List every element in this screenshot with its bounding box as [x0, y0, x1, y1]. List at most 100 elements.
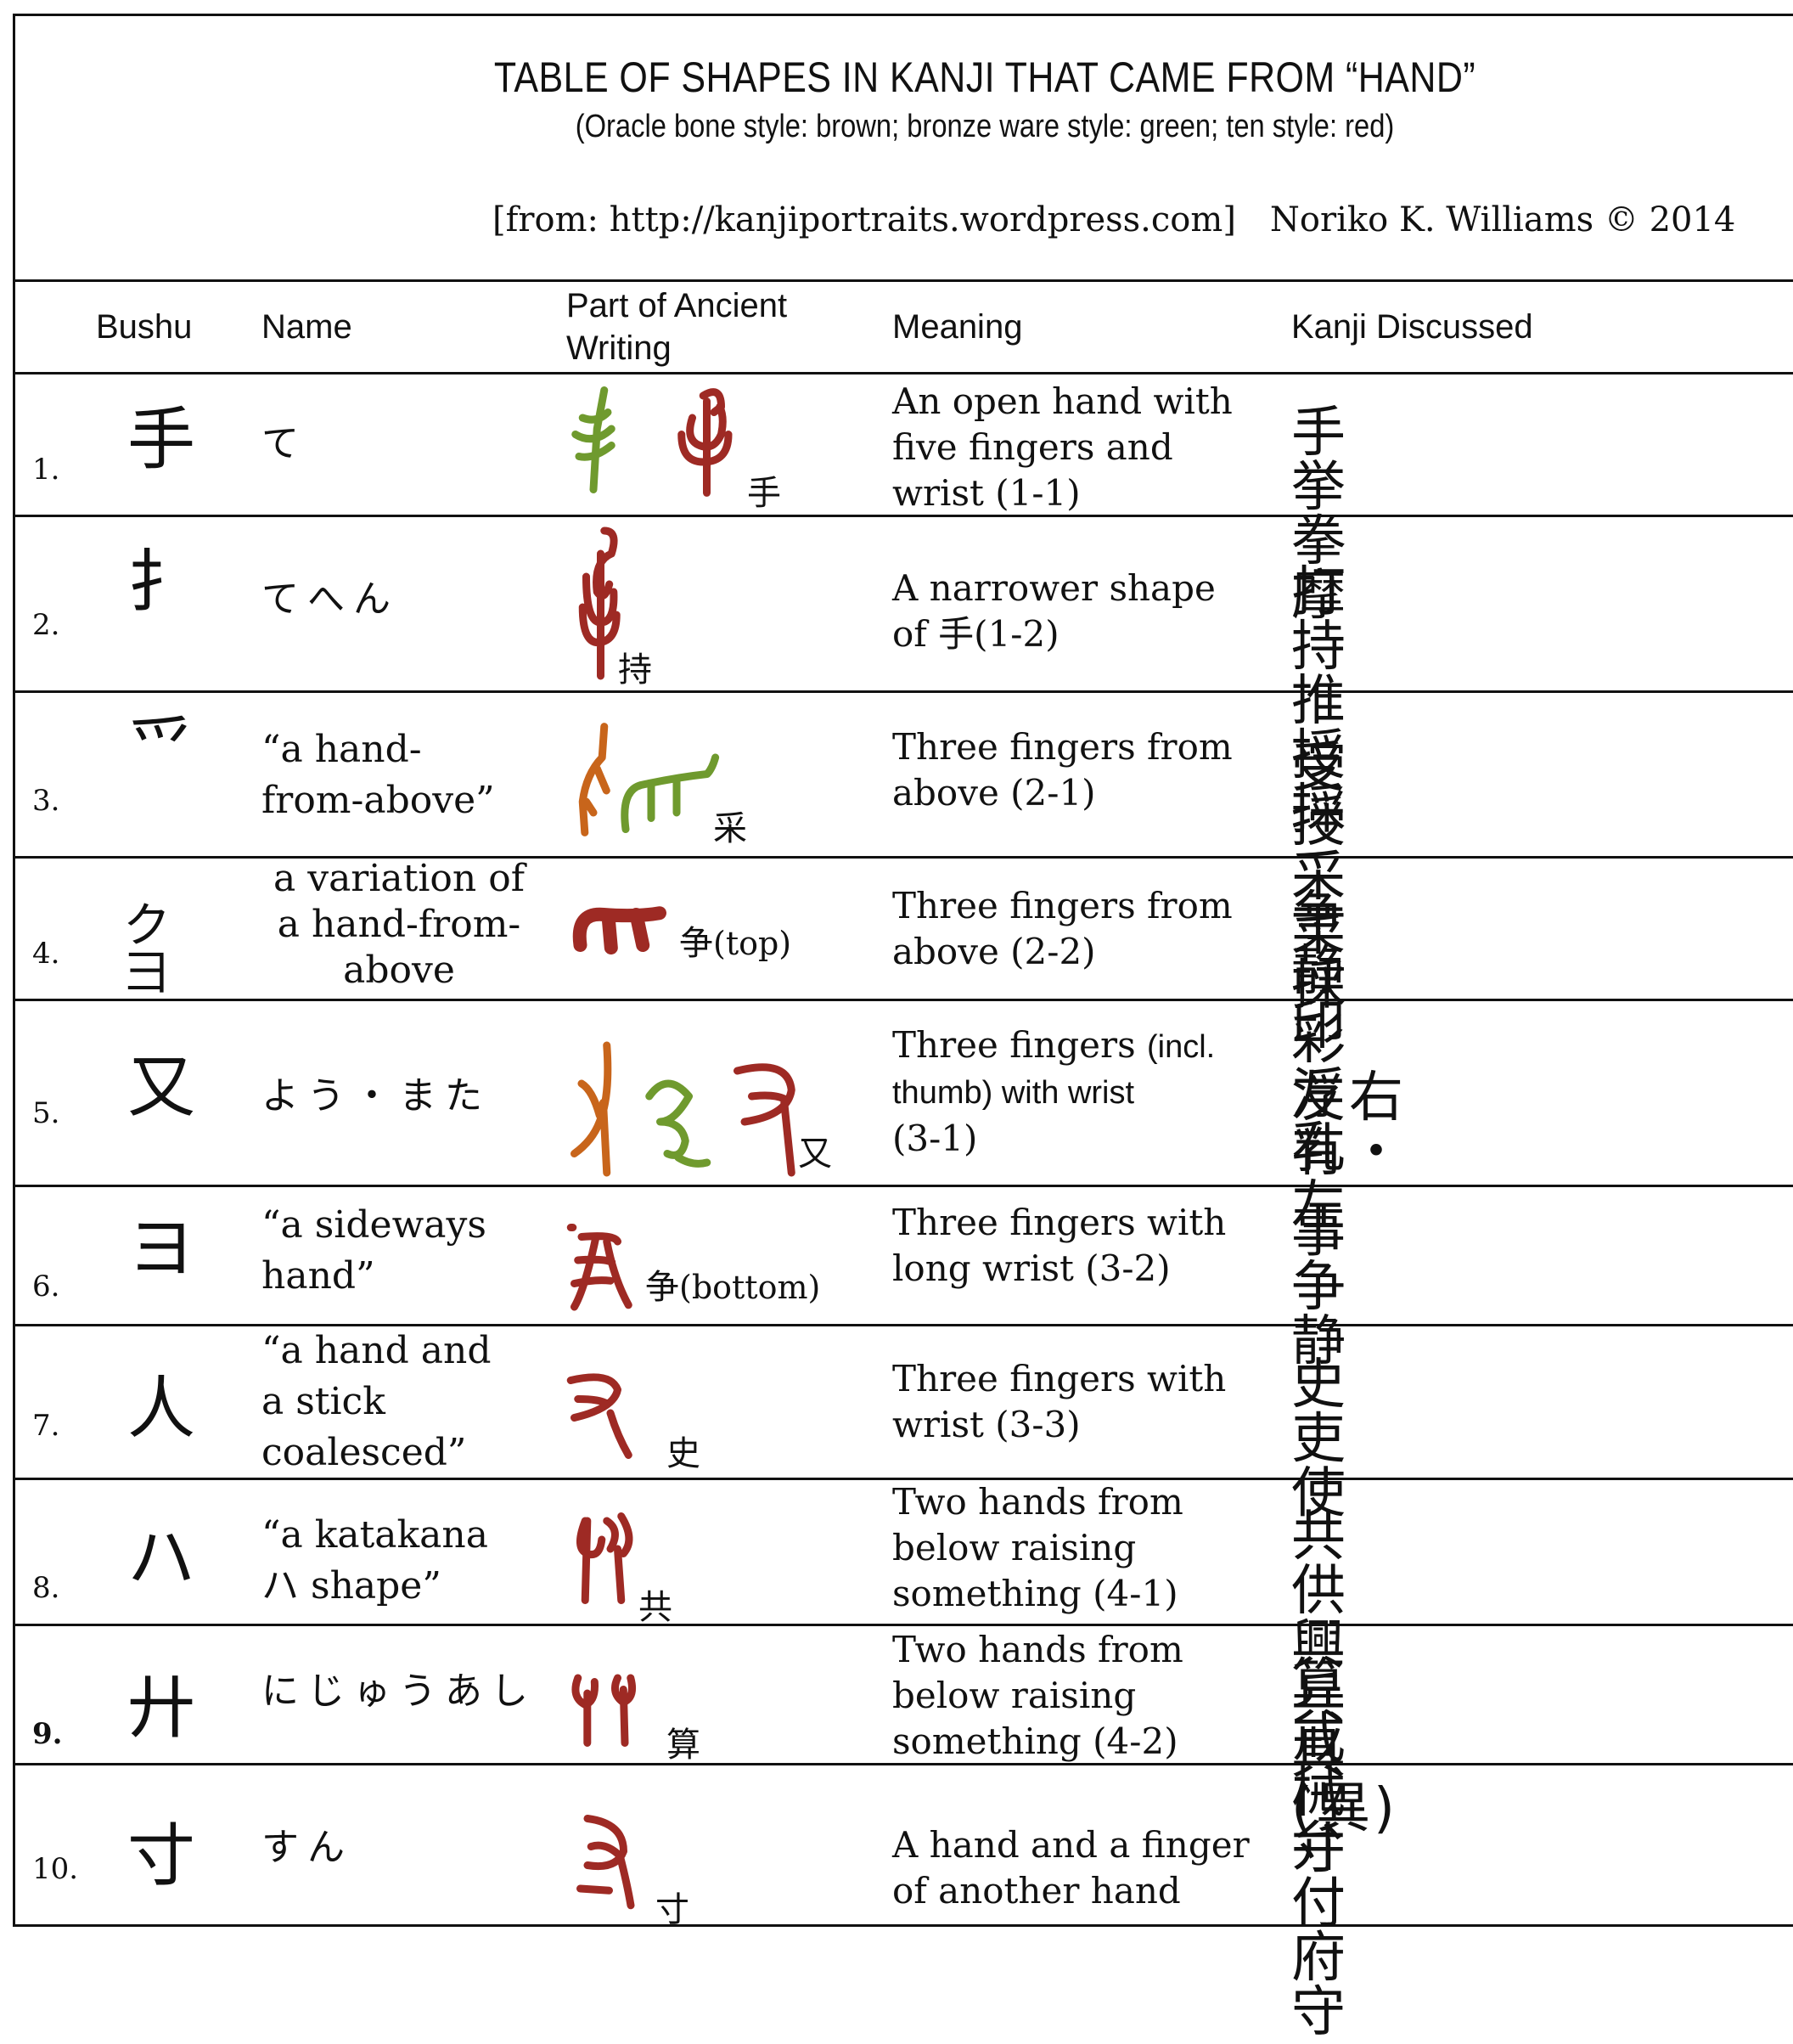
bushu-name-line: てへん	[261, 577, 399, 621]
meaning-line: Three fingers from	[892, 726, 1233, 768]
ancient-glyph-ten-style	[567, 1670, 639, 1750]
meaning-line: of another hand	[892, 1870, 1181, 1912]
row-number: 6.	[32, 1270, 60, 1304]
row-divider	[13, 1624, 1793, 1626]
ancient-glyph-ten-style	[730, 1045, 802, 1176]
bushu-name: “a katakana ハ shape”	[261, 1510, 542, 1612]
kanji-discussed: 寸付府守	[1291, 1818, 1349, 2044]
ancient-kanji-label: 寸	[655, 1882, 689, 1931]
bushu-name-line: すん	[261, 1826, 353, 1869]
ancient-stroke	[576, 391, 612, 490]
meaning-line: A narrower shape	[892, 567, 1216, 609]
page-title: TABLE OF SHAPES IN KANJI THAT CAME FROM …	[493, 53, 1476, 101]
bushu-name-line: “a hand-	[261, 728, 422, 771]
ancient-glyph-strokes	[573, 1814, 645, 1907]
page-subtitle: (Oracle bone style: brown; bronze ware s…	[575, 109, 1395, 144]
ancient-glyph-bronze-ware	[615, 724, 717, 838]
meaning-line: Three fingers with	[892, 1202, 1227, 1243]
column-header-ancient-line2: Writing	[566, 329, 672, 367]
meaning-text: Three fingers with long wrist (3-2)	[892, 1200, 1274, 1292]
bushu-glyph: ハ	[127, 1518, 195, 1597]
ancient-stroke	[570, 1228, 628, 1308]
meaning-line: below raising	[892, 1675, 1137, 1716]
bushu-name: よう・また	[261, 1071, 542, 1122]
ancient-stroke	[582, 727, 606, 833]
row-number: 2.	[32, 608, 60, 642]
bushu-name-line: “a katakana	[261, 1513, 488, 1557]
ancient-glyph-strokes	[567, 1670, 639, 1747]
ancient-stroke	[738, 1067, 792, 1173]
bushu-name: “a hand and a stick coalesced”	[261, 1326, 542, 1478]
ancient-glyph-bronze-ware	[638, 1045, 711, 1176]
meaning-text: Three fingers from above (2-2)	[892, 883, 1274, 975]
ancient-glyph-strokes	[567, 1223, 639, 1316]
ancient-kanji-label: 手	[747, 465, 781, 515]
row-divider	[13, 1763, 1793, 1765]
meaning-line: something (4-2)	[892, 1720, 1178, 1762]
bushu-glyph: 廾	[127, 1669, 195, 1748]
column-header-ancient: Part of Ancient Writing	[566, 284, 787, 369]
ancient-glyph-ten-style	[576, 907, 669, 961]
ancient-kanji-label: 持	[618, 642, 652, 691]
bushu-glyph: 又	[127, 1048, 195, 1127]
ancient-glyph-strokes	[567, 1366, 639, 1460]
kanji-discussed: 史吏使	[1291, 1354, 1349, 1525]
meaning-line: five fingers and	[892, 426, 1173, 468]
row-number: 3.	[32, 784, 60, 818]
bushu-glyph: ク ⺕	[123, 898, 183, 1001]
bushu-name-line: にじゅうあし	[261, 1670, 537, 1713]
ancient-stroke	[570, 1377, 628, 1456]
ancient-glyph-strokes	[565, 385, 637, 495]
ancient-glyph-strokes	[615, 724, 717, 835]
kanji-discussed: 争静印	[1291, 886, 1349, 1057]
bushu-glyph: 手	[127, 400, 195, 479]
author-text: Noriko K. Williams © 2014	[1269, 200, 1736, 239]
meaning-line: something (4-1)	[892, 1573, 1178, 1614]
bushu-name-line: “a sideways	[261, 1203, 486, 1247]
meaning-text: Three fingers from above (2-1)	[892, 724, 1274, 816]
divider	[13, 279, 1793, 282]
ancient-kanji: 争	[645, 1268, 679, 1307]
ancient-kanji: 手	[747, 474, 781, 513]
meaning-line: Two hands from	[892, 1481, 1183, 1523]
meaning-text: A hand and a finger of another hand	[892, 1822, 1274, 1914]
row-number: 9.	[32, 1717, 63, 1751]
ancient-glyph-ten-style	[567, 1366, 639, 1463]
ancient-kanji: 寸	[655, 1890, 689, 1929]
ancient-note: (bottom)	[679, 1269, 821, 1306]
meaning-line: long wrist (3-2)	[892, 1247, 1171, 1289]
column-header-ancient-line1: Part of Ancient	[566, 287, 788, 324]
ancient-kanji: 持	[618, 650, 652, 690]
bushu-name-line: a variation of	[273, 857, 525, 900]
meaning-line: An open hand with	[892, 380, 1233, 422]
bushu-name-line: a hand-from-	[277, 903, 521, 946]
row-number: 7.	[32, 1409, 60, 1443]
bushu-name: て	[261, 419, 542, 470]
ancient-stroke	[649, 1084, 707, 1163]
ancient-kanji: 采	[713, 809, 747, 848]
meaning-part: Three fingers	[892, 1024, 1147, 1066]
ancient-kanji-label: 又	[798, 1126, 832, 1175]
ancient-stroke	[582, 531, 616, 676]
bushu-name-line: “a hand and	[261, 1329, 492, 1372]
ancient-kanji: 又	[798, 1135, 832, 1174]
ancient-kanji: 算	[666, 1726, 700, 1765]
meaning-line: of 手(1-2)	[892, 613, 1060, 655]
column-header-meaning: Meaning	[892, 308, 1023, 346]
meaning-line: Three fingers (incl.	[892, 1022, 1274, 1070]
ancient-glyph-strokes	[730, 1045, 802, 1173]
row-divider	[13, 1185, 1793, 1187]
bushu-name: てへん	[261, 574, 542, 625]
meaning-line: (3-1)	[892, 1118, 978, 1159]
row-divider	[13, 690, 1793, 693]
ancient-kanji-label: 争(top)	[679, 915, 791, 965]
bushu-glyph: 寸	[127, 1816, 195, 1895]
ancient-stroke	[625, 757, 716, 830]
meaning-text: Two hands from below raising something (4-…	[892, 1479, 1274, 1617]
ancient-glyph-strokes	[671, 385, 743, 495]
bushu-name: すん	[261, 1822, 542, 1873]
ancient-glyph-bronze-ware	[565, 385, 637, 498]
bushu-name-line: from-above”	[261, 779, 495, 822]
credit-line: [from: http://kanjiportraits.wordpress.c…	[492, 200, 1769, 239]
divider	[13, 372, 1793, 374]
